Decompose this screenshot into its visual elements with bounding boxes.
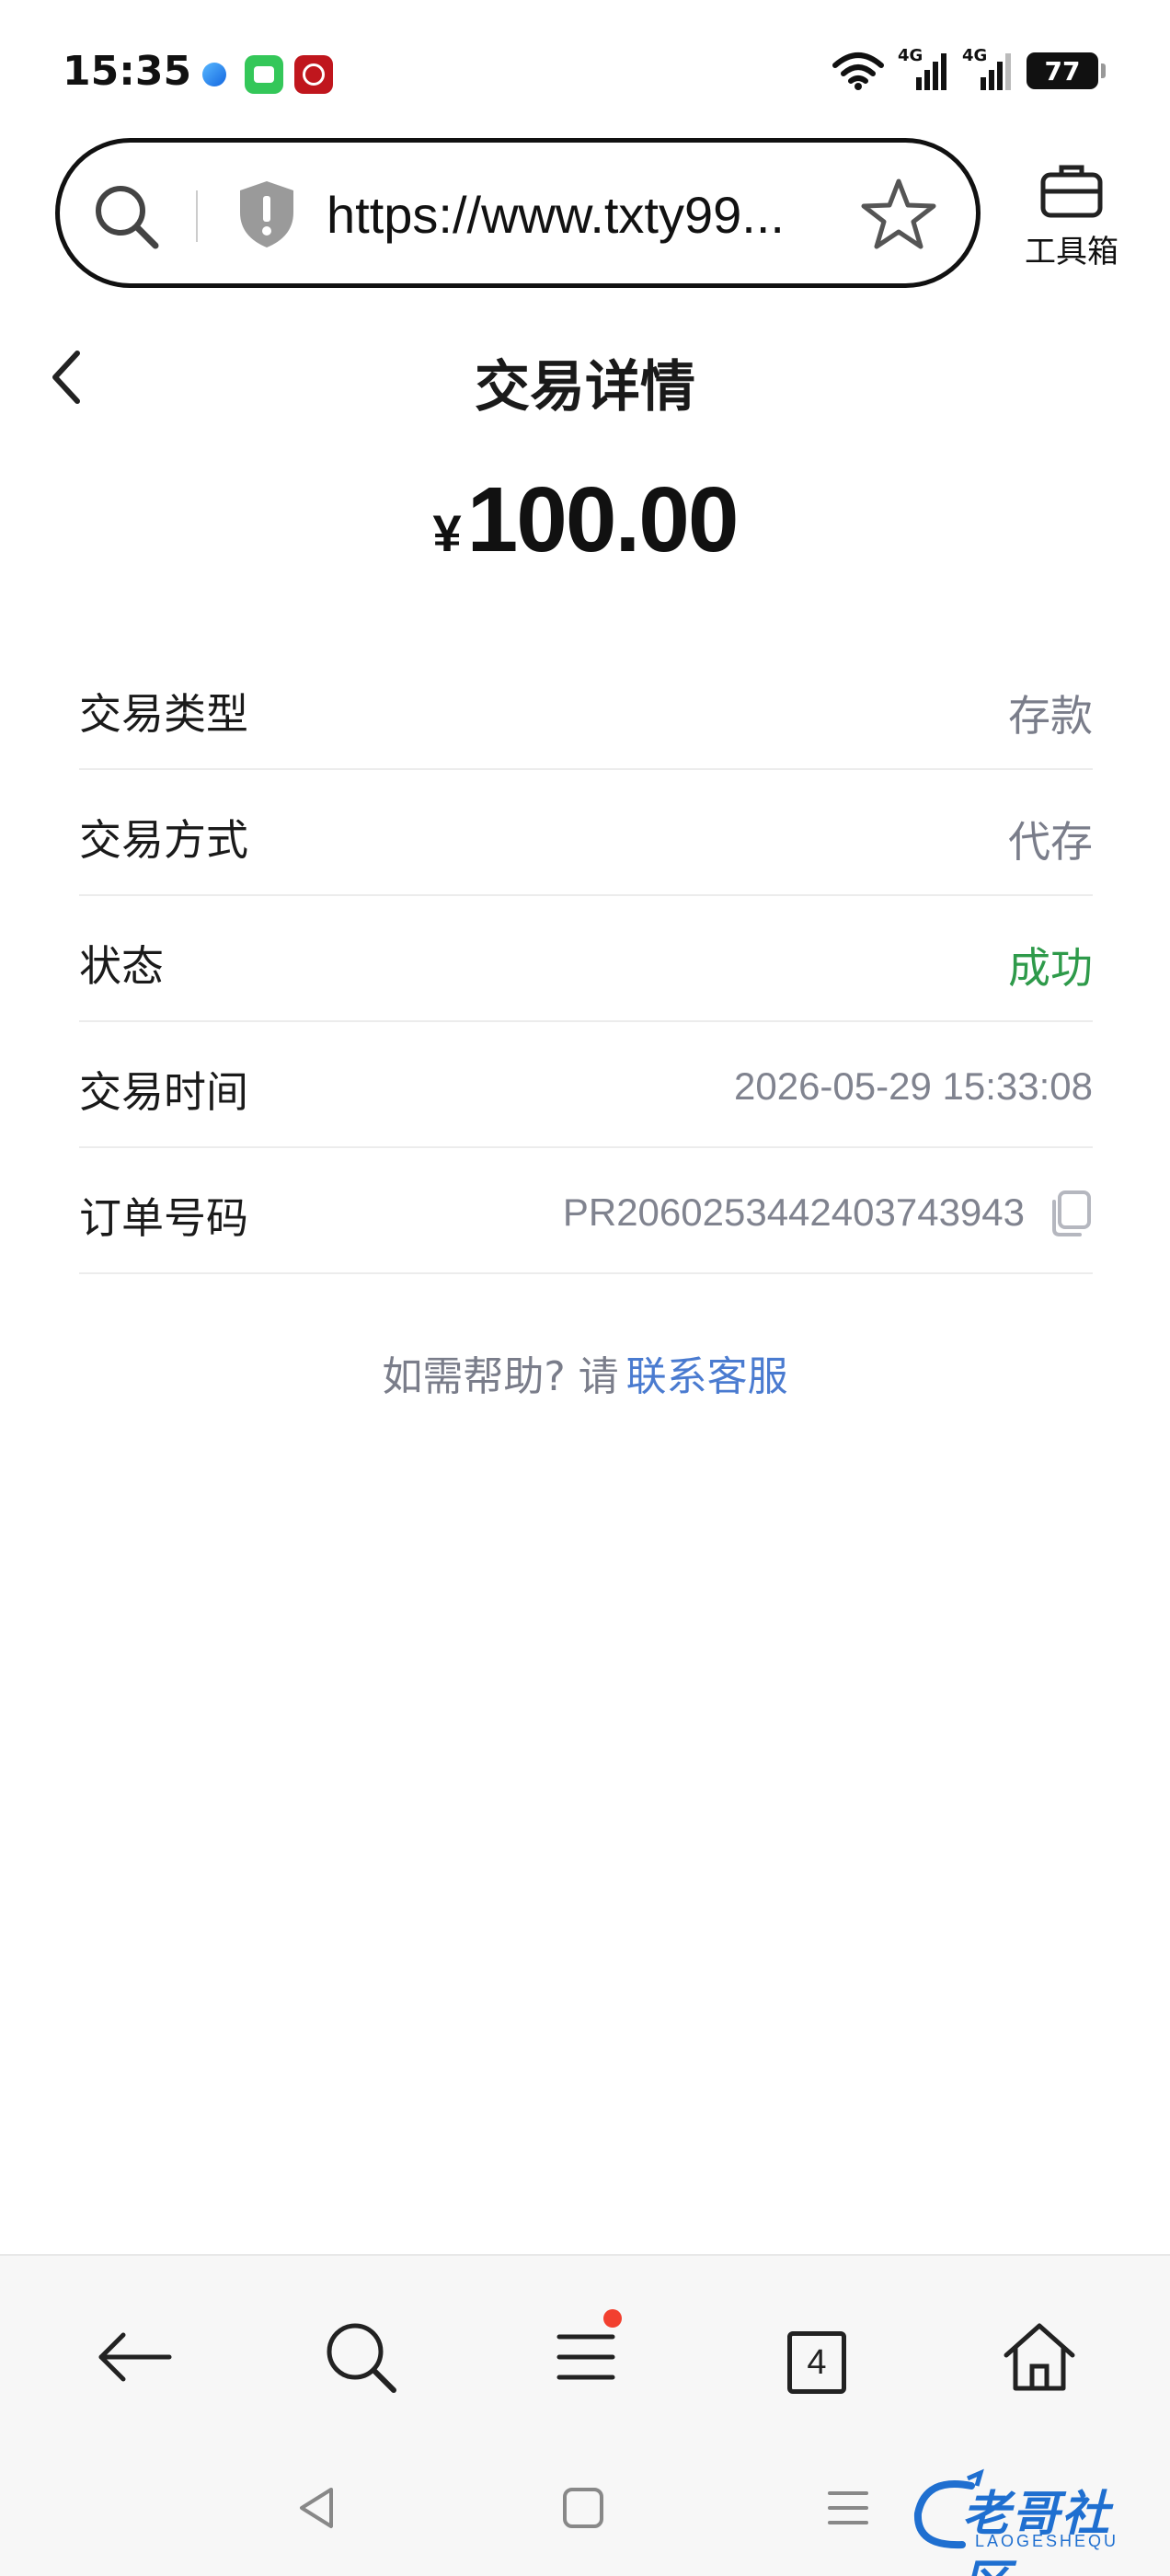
messages-app-icon: [245, 55, 283, 94]
system-nav-bar: 老哥社区 LAOGESHEQU: [0, 2438, 1170, 2576]
browser-bottom-nav: 4: [0, 2254, 1170, 2438]
detail-label: 交易方式: [79, 815, 248, 865]
detail-label: 交易类型: [79, 689, 248, 739]
system-back-icon[interactable]: [291, 2482, 342, 2534]
notification-icons: [195, 55, 333, 94]
contact-support-link[interactable]: 联系客服: [626, 1353, 788, 1400]
bookmark-star-icon[interactable]: [860, 176, 937, 253]
tab-count: 4: [787, 2331, 846, 2394]
system-recents-icon[interactable]: [822, 2482, 874, 2534]
page-title: 交易详情: [475, 355, 695, 420]
watermark-subtext: LAOGESHEQU: [975, 2532, 1119, 2550]
nav-tabs-button[interactable]: 4: [767, 2311, 859, 2403]
currency-symbol: ¥: [432, 504, 462, 562]
transaction-amount: ¥100.00: [0, 467, 1170, 573]
detail-label: 交易时间: [79, 1067, 248, 1117]
toolbox-label: 工具箱: [1025, 234, 1118, 270]
order-number: PR2060253442403743943: [562, 1190, 1025, 1234]
arrow-left-icon: [98, 2332, 172, 2382]
detail-label: 状态: [79, 941, 164, 991]
watermark-logo: 老哥社区 LAOGESHEQU: [907, 2467, 1155, 2576]
status-value: 成功: [1008, 943, 1093, 993]
detail-label: 订单号码: [79, 1193, 248, 1243]
cell-signal-icon-2: 4G: [962, 46, 1014, 92]
amount-value: 100.00: [466, 468, 740, 571]
detail-row-time: 交易时间 2026-05-29 15:33:08: [79, 1022, 1093, 1148]
back-chevron-icon[interactable]: [42, 342, 88, 412]
nav-home-button[interactable]: [993, 2311, 1085, 2403]
toolbox-button[interactable]: 工具箱: [1012, 162, 1131, 272]
cell-signal-icon-1: 4G: [898, 46, 949, 92]
notification-dot: [603, 2309, 622, 2328]
toolbox-icon: [1040, 165, 1103, 218]
detail-row-order: 订单号码 PR2060253442403743943: [79, 1148, 1093, 1274]
transaction-details: 交易类型 存款 交易方式 代存 状态 成功 交易时间 2026-05-29 15…: [79, 644, 1093, 1274]
system-home-icon[interactable]: [557, 2482, 609, 2534]
battery-indicator: 77: [1027, 52, 1106, 89]
copy-icon[interactable]: [1047, 1189, 1093, 1238]
browser-app-icon: [195, 55, 234, 94]
help-text: 如需帮助? 请联系客服: [0, 1343, 1170, 1402]
search-icon[interactable]: [91, 181, 161, 251]
address-bar-divider: [196, 190, 198, 242]
home-icon: [1004, 2323, 1075, 2391]
shield-warning-icon[interactable]: [235, 178, 299, 251]
address-bar[interactable]: https://www.txty99...: [55, 138, 981, 288]
nav-search-button[interactable]: [315, 2311, 407, 2403]
status-indicators: 4G 4G 77: [832, 46, 1106, 92]
help-prompt: 如需帮助? 请: [382, 1353, 619, 1400]
search-icon: [327, 2323, 396, 2393]
detail-row-method: 交易方式 代存: [79, 770, 1093, 896]
nav-menu-button[interactable]: [541, 2309, 633, 2403]
detail-row-status: 状态 成功: [79, 896, 1093, 1022]
nav-back-button[interactable]: [88, 2311, 180, 2403]
status-bar: 15:35 4G 4G 77: [0, 0, 1170, 138]
detail-row-type: 交易类型 存款: [79, 644, 1093, 770]
wifi-icon: [832, 52, 884, 90]
bank-app-icon: [294, 55, 333, 94]
watermark-text: 老哥社区: [962, 2487, 1112, 2576]
detail-value: 2026-05-29 15:33:08: [734, 1064, 1093, 1108]
detail-value: 存款: [1008, 691, 1093, 741]
url-text[interactable]: https://www.txty99...: [327, 185, 785, 245]
status-time: 15:35: [63, 48, 192, 95]
detail-value: 代存: [1008, 817, 1093, 867]
